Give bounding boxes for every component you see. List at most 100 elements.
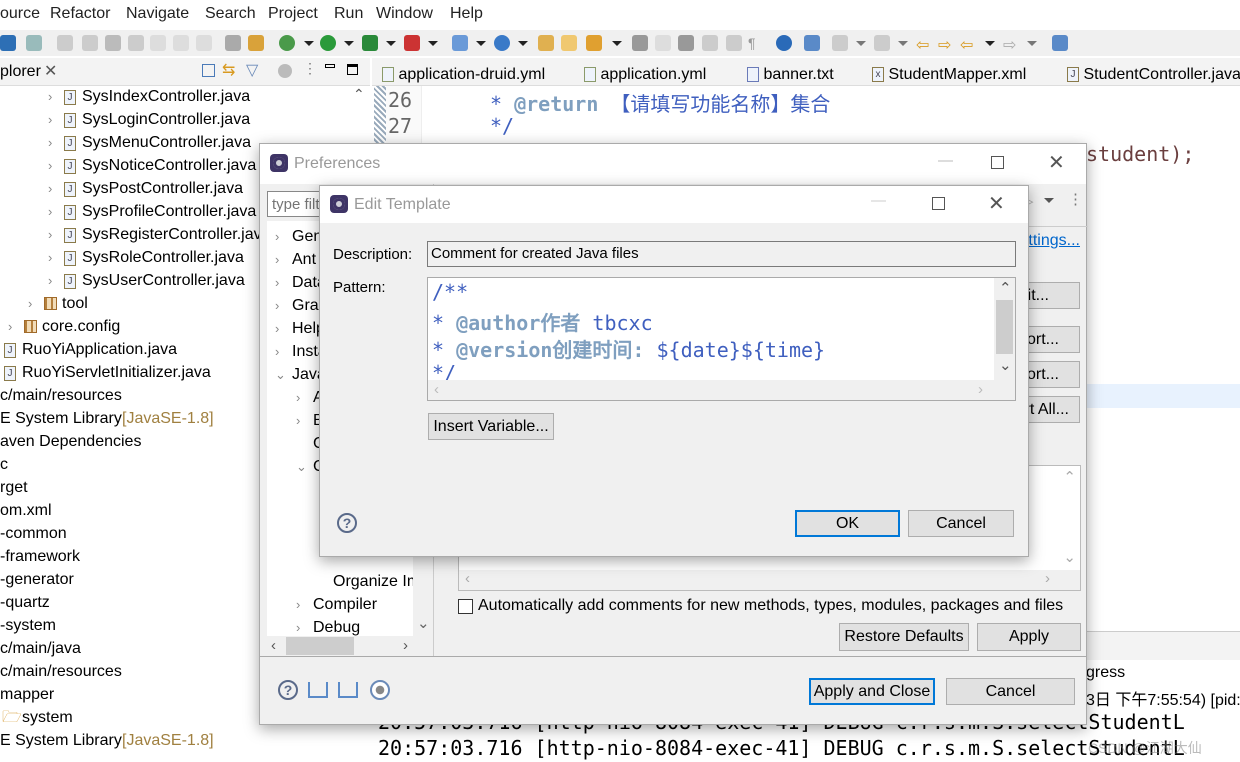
scroll-left-icon[interactable]: ‹	[465, 570, 470, 587]
spring-icon[interactable]	[494, 35, 510, 51]
view-menu-icon[interactable]: ⋮	[1068, 190, 1083, 208]
breadcrumb-icon[interactable]	[678, 35, 694, 51]
previous-annotation-icon[interactable]	[874, 35, 890, 51]
new-server-icon[interactable]	[452, 35, 468, 51]
editor-tab[interactable]: application.yml	[584, 66, 706, 84]
web-browser-icon[interactable]	[776, 35, 792, 51]
next-edit-icon[interactable]: ⇨	[938, 35, 954, 54]
editor-tab[interactable]: x StudentMapper.xml	[872, 66, 1026, 84]
scroll-down-icon[interactable]: ⌄	[1063, 548, 1076, 566]
mark-occurrences-icon[interactable]	[655, 35, 671, 51]
whitespace-icon[interactable]: ¶	[748, 35, 764, 51]
scroll-left-icon[interactable]: ‹	[434, 381, 439, 398]
disconnect-icon[interactable]	[128, 35, 144, 51]
expand-chevron-icon[interactable]: ›	[48, 224, 52, 246]
expand-chevron-icon[interactable]: ›	[48, 178, 52, 200]
filter-icon[interactable]: ▽	[246, 60, 258, 80]
next-annotation-dropdown-icon[interactable]	[856, 41, 866, 46]
display-icon[interactable]	[0, 35, 16, 51]
expand-chevron-icon[interactable]: ›	[48, 86, 52, 108]
minimize-icon[interactable]	[325, 64, 335, 68]
scroll-left-icon[interactable]: ‹	[271, 637, 276, 654]
tree-item[interactable]: E System Library [JavaSE-1.8]	[0, 730, 350, 752]
expand-chevron-icon[interactable]: ›	[8, 316, 12, 338]
help-icon[interactable]: ?	[278, 680, 298, 700]
editor-tab[interactable]: J StudentController.java	[1067, 66, 1240, 84]
focus-icon[interactable]	[278, 64, 292, 78]
spring-dropdown-icon[interactable]	[518, 41, 528, 46]
preferences-tree-item[interactable]: Organize Im	[267, 571, 413, 593]
forward-icon[interactable]: ⇨	[1003, 35, 1019, 54]
open-folder-icon[interactable]	[561, 35, 577, 51]
expand-chevron-icon[interactable]: ›	[48, 132, 52, 154]
back-dropdown-icon[interactable]	[985, 41, 995, 46]
chevron-right-icon[interactable]: ›	[275, 341, 279, 363]
menu-refactor[interactable]: Refactor	[50, 5, 110, 23]
menu-source[interactable]: ource	[0, 5, 40, 23]
resume-icon[interactable]	[57, 35, 73, 51]
chevron-right-icon[interactable]: ›	[275, 318, 279, 340]
horizontal-scrollbar[interactable]: ‹ ›	[428, 380, 1015, 400]
step-into-icon[interactable]	[150, 35, 166, 51]
menu-window[interactable]: Window	[376, 5, 433, 23]
maximize-icon[interactable]	[991, 156, 1004, 169]
vertical-scrollbar[interactable]: ⌃ ⌄	[994, 278, 1015, 380]
chevron-right-icon[interactable]: ›	[296, 594, 300, 616]
forward-dropdown-icon[interactable]	[1027, 41, 1037, 46]
scroll-right-icon[interactable]: ›	[978, 381, 983, 398]
run-dropdown-icon[interactable]	[344, 41, 354, 46]
editor-tab[interactable]: banner.txt	[747, 66, 834, 84]
pin-editor-icon[interactable]	[1052, 35, 1068, 51]
ok-button[interactable]: OK	[795, 510, 900, 537]
horizontal-scrollbar[interactable]: ‹ ›	[459, 570, 1080, 590]
preferences-tree-item[interactable]: › Debug	[267, 617, 413, 639]
explorer-tab[interactable]: plorer	[0, 63, 41, 81]
word-wrap-icon[interactable]	[726, 35, 742, 51]
chevron-right-icon[interactable]: ›	[275, 226, 279, 248]
scroll-up-icon[interactable]: ⌃	[353, 86, 365, 103]
chevron-right-icon[interactable]: ›	[296, 410, 300, 432]
last-edit-location-icon[interactable]: ⇦	[916, 35, 932, 54]
use-step-filters-icon[interactable]	[248, 35, 264, 51]
chevron-right-icon[interactable]: ›	[275, 272, 279, 294]
editor-tab[interactable]: application-druid.yml	[382, 66, 545, 84]
new-server-dropdown-icon[interactable]	[476, 41, 486, 46]
tree-horizontal-scrollbar[interactable]: ‹ ›	[267, 637, 427, 655]
code-line[interactable]: student);	[1086, 142, 1194, 166]
tree-item[interactable]: › J SysIndexController.java	[0, 86, 350, 108]
collapse-all-icon[interactable]	[202, 64, 215, 77]
nav-dropdown-icon[interactable]	[1044, 198, 1054, 203]
apply-and-close-button[interactable]: Apply and Close	[809, 678, 935, 705]
coverage-icon[interactable]	[362, 35, 378, 51]
search-dropdown-icon[interactable]	[612, 41, 622, 46]
expand-chevron-icon[interactable]: ›	[28, 293, 32, 315]
cancel-button[interactable]: Cancel	[946, 678, 1075, 705]
chevron-right-icon[interactable]: ›	[275, 249, 279, 271]
apply-button[interactable]: Apply	[977, 623, 1081, 651]
tree-item[interactable]: › J SysLoginController.java	[0, 109, 350, 131]
scroll-thumb[interactable]	[286, 637, 354, 655]
help-icon[interactable]: ?	[337, 513, 357, 533]
restore-defaults-button[interactable]: Restore Defaults	[839, 623, 969, 651]
close-icon[interactable]: ✕	[988, 191, 1005, 216]
view-menu-icon[interactable]: ⋮	[303, 60, 317, 77]
chevron-right-icon[interactable]: ›	[275, 295, 279, 317]
debug-icon[interactable]	[279, 35, 295, 51]
run-icon[interactable]	[320, 35, 336, 51]
debug-dropdown-icon[interactable]	[304, 41, 314, 46]
maximize-icon[interactable]	[932, 197, 945, 210]
chevron-down-icon[interactable]: ⌄	[275, 364, 286, 386]
chevron-right-icon[interactable]: ›	[296, 387, 300, 409]
next-annotation-icon[interactable]	[832, 35, 848, 51]
minimize-icon[interactable]: —	[871, 192, 886, 209]
previous-annotation-dropdown-icon[interactable]	[898, 41, 908, 46]
menu-project[interactable]: Project	[268, 5, 318, 23]
terminate-icon[interactable]	[105, 35, 121, 51]
scroll-down-icon[interactable]: ⌄	[999, 356, 1012, 374]
suspend-icon[interactable]	[82, 35, 98, 51]
description-field[interactable]: Comment for created Java files	[427, 241, 1016, 267]
menu-navigate[interactable]: Navigate	[126, 5, 189, 23]
chevron-right-icon[interactable]: ›	[296, 617, 300, 639]
auto-comment-checkbox[interactable]	[458, 599, 473, 614]
scroll-right-icon[interactable]: ›	[1045, 570, 1050, 587]
